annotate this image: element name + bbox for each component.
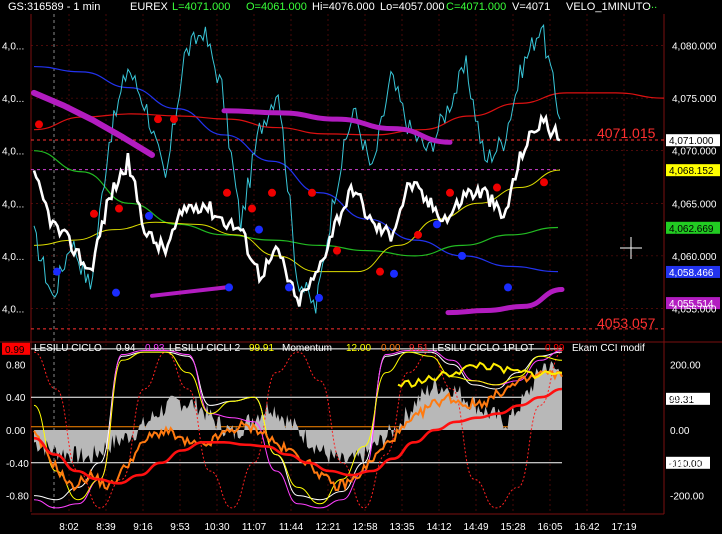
osc-tick-left: 0.40 (6, 393, 26, 404)
x-tick-label: 16:42 (574, 522, 599, 533)
signal-dot-blue (145, 211, 153, 220)
osc-tick-right: 0.00 (670, 426, 690, 437)
signal-dot-red (223, 188, 231, 197)
x-tick-label: 11:44 (279, 522, 304, 533)
price-tick-right: 4,070.000 (672, 147, 717, 158)
signal-dot-red (35, 120, 43, 129)
x-tick-label: 11:07 (242, 522, 267, 533)
signal-dot-blue (433, 220, 441, 229)
level-high-label: 4071.015 (597, 125, 656, 141)
header-exchange: EUREX (130, 1, 168, 13)
price-tick-right: 4,080.000 (672, 42, 717, 53)
x-tick-label: 17:19 (611, 522, 636, 533)
price-tick-right: 4,055.000 (672, 304, 717, 315)
x-tick-label: 9:53 (170, 522, 190, 533)
price-tick-left: 4,0... (2, 199, 24, 210)
x-tick-label: 9:16 (133, 522, 153, 533)
signal-dot-red (308, 188, 316, 197)
osc-tick-right: -200.00 (670, 492, 704, 503)
signal-dot-red (376, 267, 384, 276)
osc-tick-left: -0.40 (6, 459, 29, 470)
header-dots: ... (648, 0, 658, 11)
signal-dot-blue (112, 288, 120, 297)
header-last: L=4071.000 (172, 1, 231, 13)
signal-dot-red (115, 204, 123, 213)
price-tick-left: 4,0... (2, 42, 24, 53)
osc-tick-left: -0.80 (6, 492, 29, 503)
header-high: Hi=4076.000 (312, 1, 375, 13)
level-low-label: 4053.057 (597, 315, 656, 331)
x-tick-label: 16:05 (537, 522, 562, 533)
x-tick-label: 12:58 (352, 522, 377, 533)
signal-dot-red (170, 115, 178, 124)
osc-legend-entry: LESILU CICLO 1PLOT (432, 343, 534, 354)
signal-dot-red (540, 178, 548, 187)
header-indicator: VELO_1MINUTO (566, 1, 651, 13)
osc-legend-entry: 9.51 (409, 343, 429, 354)
signal-dot-red (333, 246, 341, 255)
osc-value-tag-label: 0.99 (5, 345, 25, 356)
signal-dot-red (248, 204, 256, 213)
price-tick-left: 4,0... (2, 94, 24, 105)
osc-legend-entry: 99.91 (249, 343, 274, 354)
signal-dot-blue (315, 293, 323, 302)
signal-dot-red (154, 115, 162, 124)
price-value-tag-label: 4,058.466 (669, 268, 714, 279)
price-value-tag-label: 4,068.152 (669, 166, 714, 177)
x-tick-label: 13:35 (389, 522, 414, 533)
signal-dot-red (268, 188, 276, 197)
osc-legend-entry: 0.94 (116, 343, 136, 354)
price-value-tag-label: 4,062.669 (669, 224, 714, 235)
osc-legend-entry: 0.93 (145, 343, 165, 354)
signal-dot-blue (285, 283, 293, 292)
signal-dot-red (90, 209, 98, 218)
osc-legend-entry: 0.00 (381, 343, 401, 354)
signal-dot-blue (458, 251, 466, 260)
osc-legend-entry: Momentum (282, 343, 332, 354)
x-tick-label: 10:30 (204, 522, 229, 533)
signal-dot-blue (390, 269, 398, 278)
signal-dot-blue (53, 267, 61, 276)
price-tick-right: 4,075.000 (672, 94, 717, 105)
header-volume: V=4071 (512, 1, 551, 13)
price-tick-left: 4,0... (2, 252, 24, 263)
signal-dot-blue (504, 283, 512, 292)
osc-tick-left: 0.80 (6, 360, 26, 371)
header-close: C=4071.000 (446, 1, 507, 13)
trading-chart: 4071.015 4053.057 4,071.000 4,068.152 4,062.… (0, 0, 722, 534)
signal-dot-red (414, 230, 422, 239)
osc-legend-entry: 12.00 (346, 343, 371, 354)
x-tick-label: 8:39 (96, 522, 116, 533)
price-tick-right: 4,060.000 (672, 252, 717, 263)
header-symbol: GS:316589 - 1 min (8, 1, 101, 13)
x-tick-label: 15:28 (500, 522, 525, 533)
x-tick-label: 14:49 (463, 522, 488, 533)
x-tick-label: 8:02 (59, 522, 79, 533)
osc-legend-entry: 0.99 (545, 343, 565, 354)
price-tick-left: 4,0... (2, 304, 24, 315)
header-low: Lo=4057.000 (380, 1, 445, 13)
header-open: O=4061.000 (246, 1, 307, 13)
signal-dot-red (493, 183, 501, 192)
osc-tick-right: 200.00 (670, 360, 701, 371)
x-tick-label: 12:21 (315, 522, 340, 533)
osc-legend-entry: Ekam CCI modif (572, 343, 645, 354)
price-tick-right: 4,065.000 (672, 199, 717, 210)
signal-dot-red (446, 188, 454, 197)
osc-legend-entry: LESILU CICLO (34, 343, 102, 354)
osc-legend-entry: LESILU CICLI 2 (169, 343, 241, 354)
x-tick-label: 14:12 (426, 522, 451, 533)
osc-tick-right: 100.00 (670, 393, 701, 404)
signal-dot-blue (255, 225, 263, 234)
osc-tick-right: -100.00 (670, 459, 704, 470)
price-value-tag-label: 4,071.000 (669, 136, 714, 147)
signal-dot-blue (225, 283, 233, 292)
price-tick-left: 4,0... (2, 147, 24, 158)
osc-tick-left: 0.00 (6, 426, 26, 437)
